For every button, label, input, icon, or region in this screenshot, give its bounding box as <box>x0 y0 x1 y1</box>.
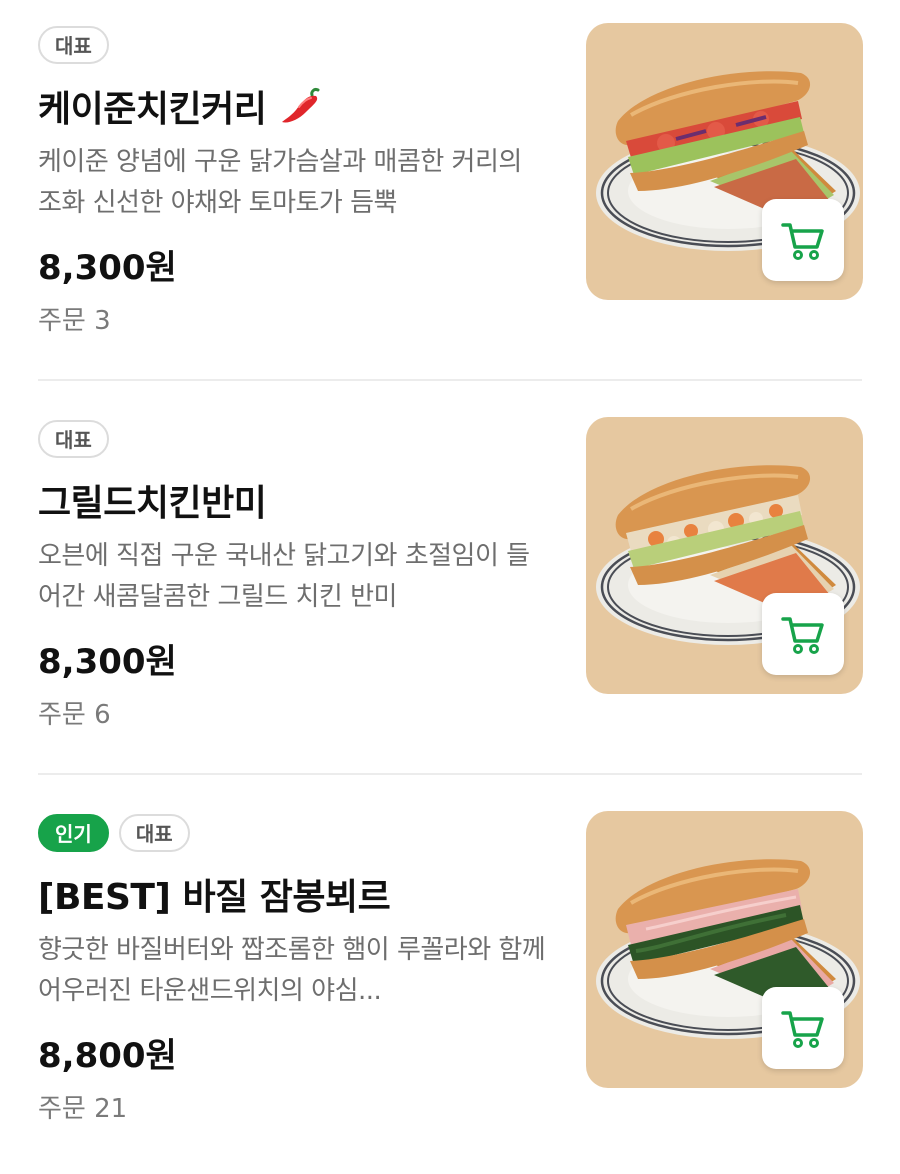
menu-item[interactable]: 대표 케이준치킨커리 케이준 양념에 구운 닭가슴살과 매콤한 커리의 조화 신… <box>0 0 900 394</box>
chili-pepper-icon <box>282 88 320 123</box>
cart-icon <box>781 223 824 260</box>
menu-item-name: [BEST] 바질 잠봉뵈르 <box>38 877 391 918</box>
menu-item-name: 그릴드치킨반미 <box>38 483 267 524</box>
menu-item[interactable]: 대표 그릴드치킨반미 오븐에 직접 구운 국내산 닭고기와 초절임이 들어간 새… <box>0 394 900 788</box>
divider <box>38 379 862 381</box>
menu-item-description: 향긋한 바질버터와 짭조롬한 햄이 루꼴라와 함께 어우러진 타운샌드위치의 야… <box>38 935 546 1006</box>
badge-representative: 대표 <box>38 26 109 64</box>
menu-item-order-count: 주문 21 <box>38 1094 128 1124</box>
cart-icon <box>781 1011 824 1048</box>
badge-representative: 대표 <box>38 420 109 458</box>
menu-item-order-count: 주문 3 <box>38 306 111 336</box>
badge-group: 대표 <box>38 420 109 458</box>
menu-item-order-count: 주문 6 <box>38 700 111 730</box>
menu-item-title: 그릴드치킨반미 <box>38 474 267 526</box>
menu-item-image[interactable] <box>586 23 863 300</box>
badge-group: 인기 대표 <box>38 814 190 852</box>
menu-item-description: 케이준 양념에 구운 닭가슴살과 매콤한 커리의 조화 신선한 야채와 토마토가… <box>38 147 522 218</box>
menu-list: 대표 케이준치킨커리 케이준 양념에 구운 닭가슴살과 매콤한 커리의 조화 신… <box>0 0 900 1174</box>
add-to-cart-button[interactable] <box>762 199 844 281</box>
menu-item-title: 케이준치킨커리 <box>38 80 328 132</box>
badge-popular: 인기 <box>38 814 109 852</box>
menu-item-price: 8,800원 <box>38 1036 177 1076</box>
menu-item-name: 케이준치킨커리 <box>38 89 267 130</box>
add-to-cart-button[interactable] <box>762 987 844 1069</box>
menu-item-image[interactable] <box>586 811 863 1088</box>
divider <box>38 773 862 775</box>
menu-item-description: 오븐에 직접 구운 국내산 닭고기와 초절임이 들어간 새콤달콤한 그릴드 치킨… <box>38 541 530 612</box>
menu-item-price: 8,300원 <box>38 642 177 682</box>
badge-group: 대표 <box>38 26 109 64</box>
menu-item-price: 8,300원 <box>38 248 177 288</box>
add-to-cart-button[interactable] <box>762 593 844 675</box>
menu-item-image[interactable] <box>586 417 863 694</box>
cart-icon <box>781 617 824 654</box>
menu-item-title: [BEST] 바질 잠봉뵈르 <box>38 868 391 920</box>
menu-item[interactable]: 인기 대표 [BEST] 바질 잠봉뵈르 향긋한 바질버터와 짭조롬한 햄이 루… <box>0 788 900 1174</box>
badge-representative: 대표 <box>118 814 190 852</box>
